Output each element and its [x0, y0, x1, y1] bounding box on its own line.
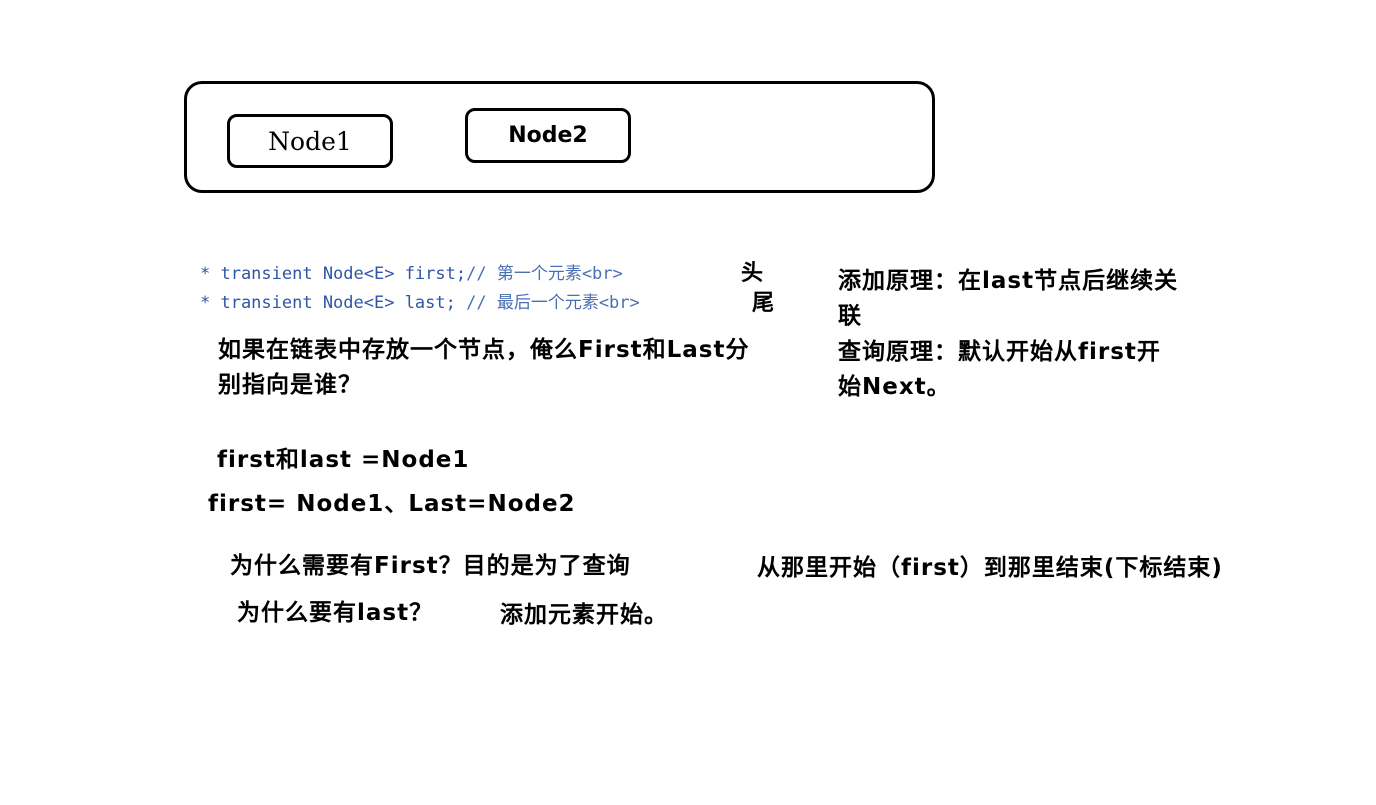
node2-box: Node2: [465, 108, 631, 163]
add-principle-line1: 添加原理：在last节点后继续关: [838, 268, 1179, 294]
code-line-last: * transient Node<E> last; // 最后一个元素<br>: [200, 288, 640, 313]
answer-two-nodes: first= Node1、Last=Node2: [208, 491, 576, 517]
code-line-first: * transient Node<E> first;// 第一个元素<br>: [200, 259, 623, 284]
code-last-declaration: * transient Node<E> last;: [200, 293, 467, 313]
query-principle-line1: 查询原理：默认开始从first开: [838, 339, 1161, 365]
query-principle-line2: 始Next。: [838, 374, 951, 400]
code-first-declaration: * transient Node<E> first;: [200, 264, 467, 284]
why-last-question: 为什么要有last？: [237, 600, 434, 626]
question-line2: 别指向是谁？: [218, 372, 362, 398]
question-line1: 如果在链表中存放一个节点，俺么First和Last分: [218, 337, 750, 363]
code-last-comment: // 最后一个元素<br>: [466, 293, 640, 313]
node1-box: Node1: [227, 114, 393, 168]
node2-label: Node2: [508, 123, 588, 148]
node1-label: Node1: [268, 126, 352, 156]
add-principle-line2: 联: [838, 303, 862, 329]
head-annotation: 头: [741, 261, 764, 286]
code-first-comment: // 第一个元素<br>: [466, 264, 623, 284]
why-first-question: 为什么需要有First？目的是为了查询: [230, 553, 631, 579]
why-first-answer: 从那里开始（first）到那里结束(下标结束): [757, 555, 1223, 581]
tail-annotation: 尾: [752, 291, 775, 316]
answer-single-node: first和last =Node1: [217, 447, 470, 473]
why-last-answer: 添加元素开始。: [500, 602, 668, 628]
